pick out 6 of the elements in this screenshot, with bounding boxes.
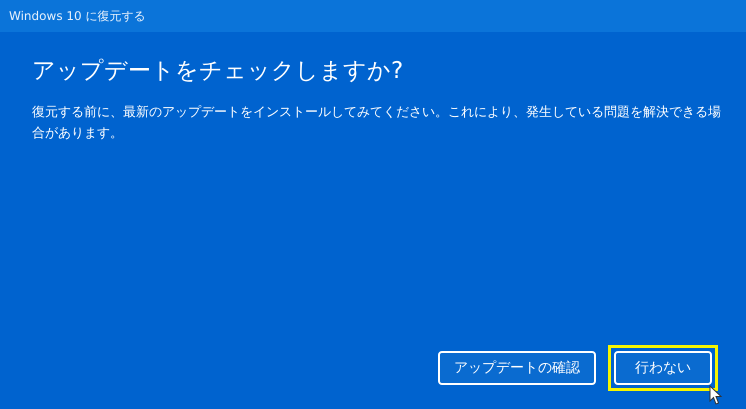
dialog-button[interactable]: アップデートの確認 (438, 351, 596, 385)
dialog-button[interactable]: 行わない (614, 351, 712, 385)
cursor-icon (709, 385, 723, 406)
dialog-heading: アップデートをチェックしますか? (32, 57, 404, 86)
window-title: Windows 10 に復元する (9, 8, 146, 25)
dialog-message: 復元する前に、最新のアップデートをインストールしてみてください。これにより、発生している問題を解決できる場合があります。 (32, 104, 722, 143)
